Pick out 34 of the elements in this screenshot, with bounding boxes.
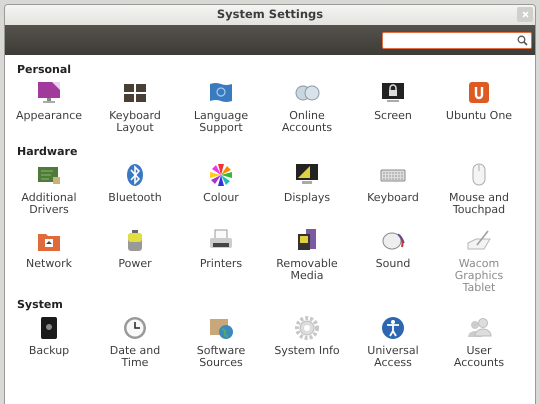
settings-item[interactable]: User Accounts (436, 314, 522, 376)
settings-item[interactable]: Colour (178, 161, 264, 223)
settings-item[interactable]: Keyboard (350, 161, 436, 223)
settings-item[interactable]: System Info (264, 314, 350, 376)
section-heading: Personal (17, 63, 72, 76)
settings-item[interactable]: Keyboard Layout (92, 79, 178, 141)
settings-item[interactable]: Backup (6, 314, 92, 376)
colour-wheel-icon (207, 161, 235, 189)
close-icon (522, 11, 528, 18)
settings-item[interactable]: Language Support (178, 79, 264, 141)
settings-item[interactable]: Power (92, 227, 178, 294)
search-field[interactable] (382, 32, 532, 48)
search-icon (517, 34, 528, 46)
accessibility-icon (379, 314, 407, 342)
section-heading: System (17, 298, 64, 311)
settings-item[interactable]: Printers (178, 227, 264, 294)
settings-item[interactable]: Additional Drivers (6, 161, 92, 223)
gear-icon (293, 314, 321, 342)
settings-item[interactable]: Screen (350, 79, 436, 141)
settings-item[interactable]: Displays (264, 161, 350, 223)
settings-item[interactable]: Sound (350, 227, 436, 294)
clock-icon (121, 314, 149, 342)
settings-item[interactable]: Online Accounts (264, 79, 350, 141)
settings-item[interactable]: Bluetooth (92, 161, 178, 223)
settings-item[interactable]: Network (6, 227, 92, 294)
section-heading: Hardware (17, 145, 78, 158)
settings-item[interactable]: Removable Media (264, 227, 350, 294)
window-title: System Settings (216, 6, 324, 24)
settings-item[interactable]: Appearance (6, 79, 92, 141)
settings-item[interactable]: Mouse and Touchpad (436, 161, 522, 223)
settings-item[interactable]: Software Sources (178, 314, 264, 376)
settings-item[interactable]: Date and Time (92, 314, 178, 376)
settings-item[interactable]: Ubuntu One (436, 79, 522, 141)
settings-item[interactable]: Universal Access (350, 314, 436, 376)
